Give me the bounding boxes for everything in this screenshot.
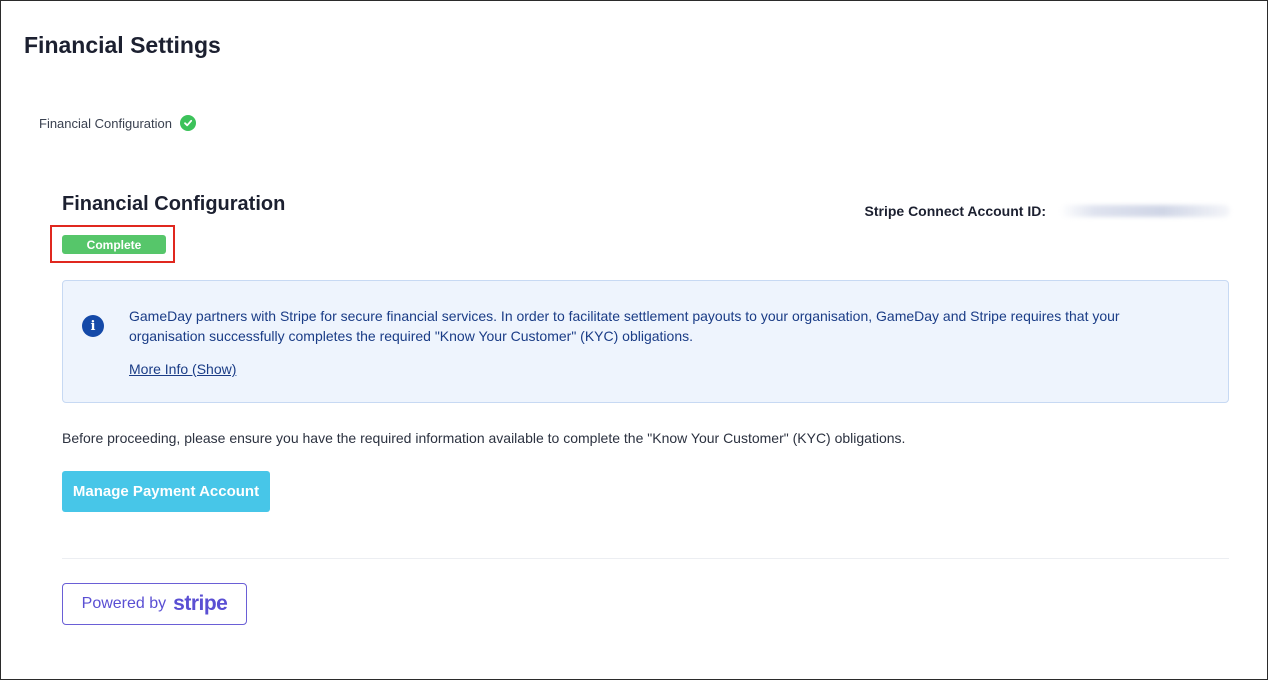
manage-payment-account-button[interactable]: Manage Payment Account — [62, 471, 270, 512]
account-id-value-redacted — [1060, 205, 1230, 217]
status-badge: Complete — [62, 235, 166, 254]
powered-by-label: Powered by — [81, 595, 167, 612]
account-id-label: Stripe Connect Account ID: — [864, 203, 1047, 219]
page-title: Financial Settings — [24, 32, 221, 58]
more-info-link[interactable]: More Info (Show) — [129, 361, 236, 377]
stripe-account-id: Stripe Connect Account ID: — [864, 203, 1230, 219]
check-circle-icon — [179, 115, 196, 131]
info-icon: i — [82, 315, 104, 337]
powered-by-stripe-badge[interactable]: Powered by stripe — [62, 583, 247, 625]
stripe-logo: stripe — [173, 592, 228, 615]
divider — [62, 558, 1229, 559]
section-title: Financial Configuration — [62, 193, 286, 215]
kyc-info-panel: i GameDay partners with Stripe for secur… — [62, 280, 1229, 403]
kyc-note: Before proceeding, please ensure you hav… — [62, 430, 906, 446]
info-text: GameDay partners with Stripe for secure … — [129, 308, 1120, 344]
progress-step: Financial Configuration — [39, 115, 196, 131]
progress-step-label: Financial Configuration — [39, 115, 172, 131]
